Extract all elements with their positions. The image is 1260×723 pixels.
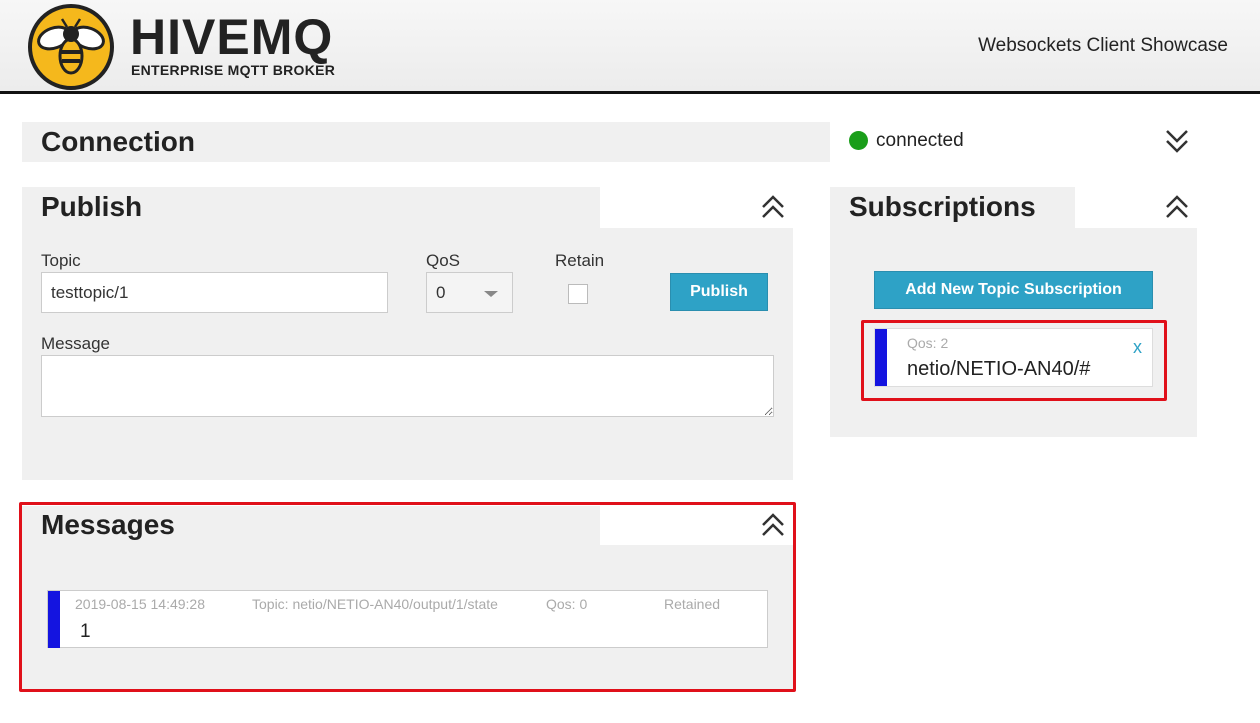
subscriptions-title: Subscriptions [849,191,1036,222]
collapse-publish-chevron-up-icon[interactable] [760,193,786,223]
subscription-topic: netio/NETIO-AN40/# [907,358,1091,380]
publish-title: Publish [41,191,143,222]
message-topic: Topic: netio/NETIO-AN40/output/1/state [252,596,498,612]
collapse-messages-chevron-up-icon[interactable] [760,511,786,541]
message-color-bar [48,591,60,648]
qos-label: QoS [426,251,461,270]
qos-selected-value: 0 [436,283,446,302]
add-topic-subscription-button[interactable]: Add New Topic Subscription [874,271,1153,309]
message-timestamp: 2019-08-15 14:49:28 [75,596,205,612]
message-retained: Retained [664,596,721,612]
header-title: Websockets Client Showcase [978,35,1228,56]
app-header: HIVEMQ ENTERPRISE MQTT BROKER Websockets… [0,0,1260,94]
messages-title: Messages [41,509,175,540]
subscription-color-bar [875,329,887,386]
connection-title: Connection [41,126,195,157]
topic-label: Topic [41,251,81,270]
topic-input[interactable] [41,272,388,313]
message-textarea[interactable] [41,355,774,417]
publish-button[interactable]: Publish [670,273,768,311]
connection-status-text: connected [876,130,964,151]
message-payload: 1 [80,621,91,642]
logo-subtitle: ENTERPRISE MQTT BROKER [131,62,336,78]
expand-connection-chevron-down-icon[interactable] [1164,127,1190,157]
collapse-subscriptions-chevron-up-icon[interactable] [1164,193,1190,223]
remove-subscription-close-icon[interactable]: x [1133,337,1142,358]
logo-title: HIVEMQ [130,9,334,65]
subscription-item[interactable]: Qos: 2 netio/NETIO-AN40/# x [874,328,1153,387]
connection-section-header[interactable]: Connection [22,122,830,162]
retain-label: Retain [555,251,605,270]
retain-checkbox[interactable] [568,284,588,304]
publish-panel [22,187,793,480]
hivemq-bee-logo-icon [28,4,114,90]
connection-status-dot [849,131,868,150]
message-qos: Qos: 0 [546,596,588,612]
chevron-down-icon [484,291,498,297]
subscription-qos: Qos: 2 [907,335,949,351]
message-item[interactable]: 2019-08-15 14:49:28 Topic: netio/NETIO-A… [47,590,768,648]
message-label: Message [41,334,110,353]
qos-select[interactable]: 0 [426,272,513,313]
